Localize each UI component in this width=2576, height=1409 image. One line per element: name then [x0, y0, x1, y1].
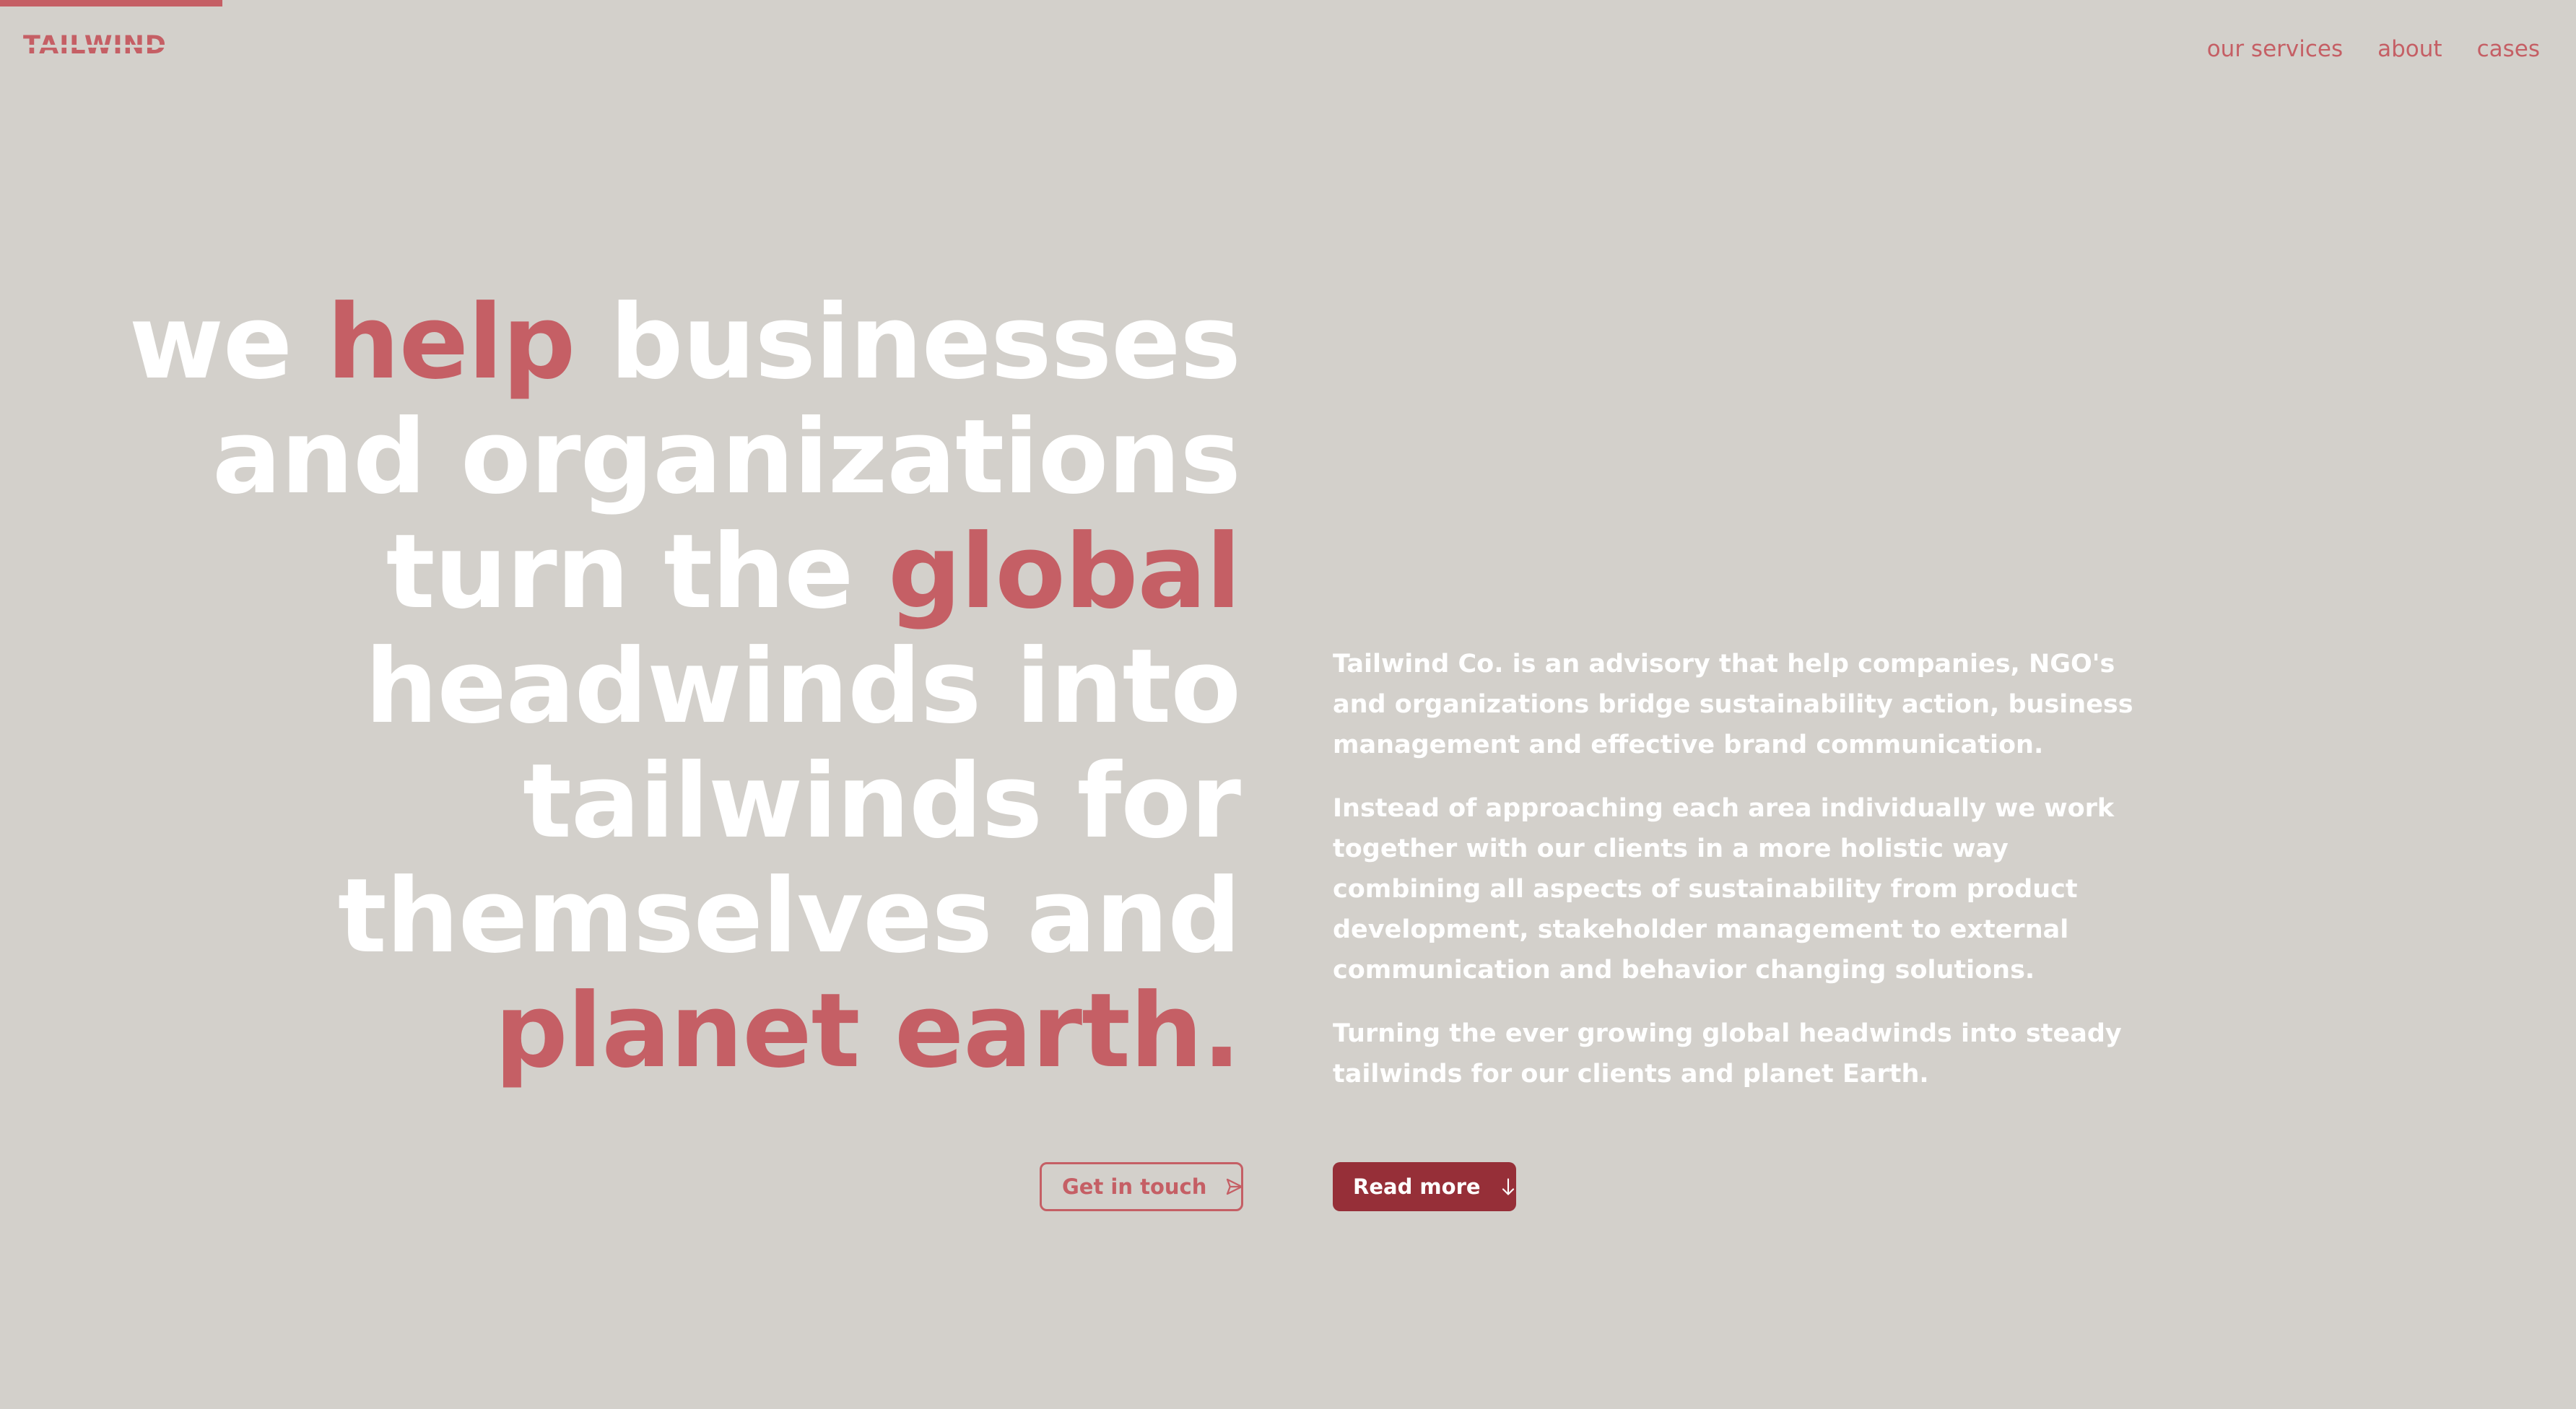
read-more-label: Read more — [1353, 1174, 1481, 1199]
headline-line-3: turn the global — [386, 512, 1241, 632]
description-paragraph-1: Tailwind Co. is an advisory that help co… — [1333, 650, 2133, 759]
nav-item-about[interactable]: about — [2377, 35, 2442, 64]
hero-headline: we help businesses and organizations tur… — [129, 283, 1241, 1091]
logo-text: TAILWIND — [23, 31, 167, 60]
description-paragraph-3: Turning the ever growing global headwind… — [1333, 1019, 2122, 1089]
headline-line-2: and organizations — [212, 398, 1241, 517]
headline-accent-global: global — [887, 512, 1241, 632]
read-more-button[interactable]: Read more — [1333, 1162, 1516, 1211]
get-in-touch-label: Get in touch — [1062, 1174, 1207, 1199]
main-nav: our services about cases — [2207, 35, 2540, 64]
headline-line-6: themselves and — [337, 857, 1241, 976]
headline-accent-planet-earth: planet earth. — [495, 972, 1241, 1091]
logo[interactable]: TAILWIND — [23, 33, 167, 58]
headline-line-5: tailwinds for — [523, 742, 1241, 861]
headline-line-4: headwinds into — [365, 627, 1241, 746]
arrow-down-icon — [1498, 1176, 1518, 1198]
nav-item-our-services[interactable]: our services — [2207, 35, 2343, 64]
hero-description: Tailwind Co. is an advisory that help co… — [1333, 644, 2163, 1117]
send-icon — [1224, 1176, 1245, 1198]
headline-accent-help: help — [326, 283, 576, 402]
scroll-progress-bar — [0, 0, 222, 6]
headline-line-1: we help businesses — [129, 283, 1241, 402]
nav-item-cases[interactable]: cases — [2477, 35, 2540, 64]
description-paragraph-2: Instead of approaching each area individ… — [1333, 794, 2115, 985]
get-in-touch-button[interactable]: Get in touch — [1040, 1162, 1243, 1211]
